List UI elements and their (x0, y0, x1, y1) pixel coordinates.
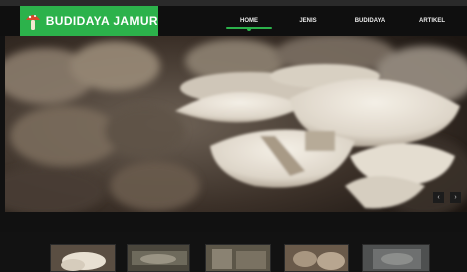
nav-item-artikel[interactable]: ARTIKEL (402, 6, 462, 36)
thumbnail-3[interactable] (205, 244, 271, 272)
site-logo[interactable]: BUDIDAYA JAMUR (20, 6, 158, 36)
mushroom-icon (24, 10, 43, 32)
chevron-right-icon[interactable]: › (450, 192, 461, 203)
brand-name: BUDIDAYA JAMUR (45, 14, 158, 28)
hero-slider: ‹ › (5, 36, 467, 212)
thumbnail-4[interactable] (284, 244, 349, 272)
thumbnail-1[interactable] (50, 244, 116, 272)
thumbnail-5[interactable] (362, 244, 430, 272)
chevron-left-icon[interactable]: ‹ (433, 192, 444, 203)
nav-item-jenis[interactable]: JENIS (278, 6, 338, 36)
hero-image-mushrooms (5, 36, 467, 212)
nav-item-home[interactable]: HOME (220, 6, 278, 36)
nav-item-budidaya[interactable]: BUDIDAYA (338, 6, 402, 36)
main-nav: HOME JENIS BUDIDAYA ARTIKEL (220, 6, 462, 36)
site-header: BUDIDAYA JAMUR HOME JENIS BUDIDAYA ARTIK… (0, 6, 467, 36)
thumbnail-2[interactable] (127, 244, 190, 272)
thumbnail-strip (0, 232, 467, 272)
